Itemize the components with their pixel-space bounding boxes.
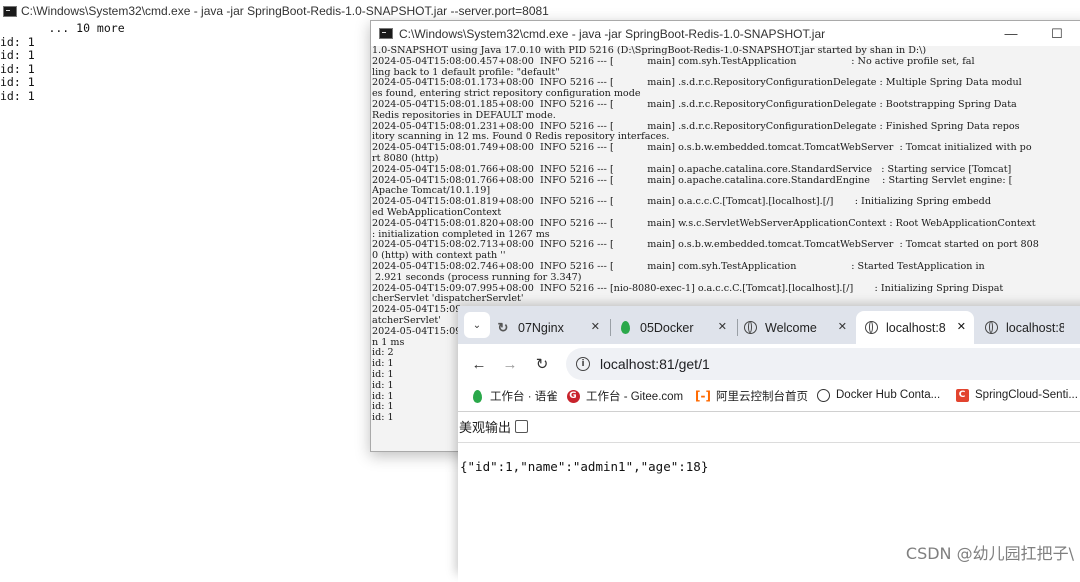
back-console-output: ... 10 more id: 1 id: 1 id: 1 id: 1 id: 1 [0,21,125,103]
pretty-print-toggle[interactable]: 美观输出 [459,417,529,436]
globe-icon [743,321,757,335]
browser-window: ⌄ ↻ 07Nginx ✕ 05Docker ✕ Welcome ✕ local… [458,306,1080,582]
pretty-print-label: 美观输出 [459,421,512,436]
refresh-icon: ↻ [497,319,509,335]
tab-05docker[interactable]: 05Docker ✕ [618,311,733,344]
bookmark-label: Docker Hub Conta... [836,389,941,401]
close-tab-icon[interactable]: ✕ [957,320,966,333]
tab-label: localhost:8 [886,320,946,335]
console-line: 2024-05-04T15:08:01.766+08:00 INFO 5216 … [372,163,1012,175]
tab-separator [737,319,738,336]
console-line: 2.921 seconds (process running for 3.347… [372,271,582,283]
console-line: 2024-05-04T15:08:01.820+08:00 INFO 5216 … [372,217,1036,229]
bookmark-label: SpringCloud-Senti... [975,389,1078,401]
console-line: id: 1 [0,61,35,76]
tab-search-button[interactable]: ⌄ [464,312,490,338]
tab-label: 07Nginx [518,320,564,335]
back-console-title: C:\Windows\System32\cmd.exe - java -jar … [21,4,549,18]
tab-welcome[interactable]: Welcome ✕ [743,311,853,344]
globe-icon [984,321,998,335]
bookmark-gitee[interactable]: G 工作台 - Gitee.com [566,388,683,404]
console-line: id: 1 [0,48,35,62]
navigation-bar: ← → ↻ i localhost:81/get/1 [458,344,1080,384]
tab-localhost-active[interactable]: localhost:8 ✕ [856,311,974,344]
arrow-right-icon: → [502,355,518,373]
console-line: ... 10 more [0,21,125,35]
globe-icon [864,321,878,335]
aliyun-icon: [-] [695,389,711,403]
tab-strip: ⌄ ↻ 07Nginx ✕ 05Docker ✕ Welcome ✕ local… [458,306,1080,344]
docker-icon [816,388,830,402]
bookmark-docker-hub[interactable]: Docker Hub Conta... [816,388,940,402]
console-line: id: 1 [0,88,35,103]
reload-button[interactable]: ↻ [531,353,553,375]
bookmark-aliyun[interactable]: [-] 阿里云控制台首页 [695,388,808,404]
console-line: Redis repositories in DEFAULT mode. [372,109,556,121]
bookmark-springcloud[interactable]: C SpringCloud-Senti... [955,388,1078,402]
bookmark-label: 工作台 · 语雀 [490,391,558,403]
close-tab-icon[interactable]: ✕ [718,320,727,333]
back-console-titlebar[interactable]: C:\Windows\System32\cmd.exe - java -jar … [0,0,1080,22]
forward-button[interactable]: → [499,353,521,375]
bookmark-yuque[interactable]: 工作台 · 语雀 [470,388,558,404]
json-response: {"id":1,"name":"admin1","age":18} [460,459,709,474]
address-bar[interactable]: i localhost:81/get/1 [566,348,1080,380]
console-line: id: 1 [0,75,35,89]
maximize-button[interactable]: ☐ [1034,21,1080,46]
console-line: id: 1 [0,34,35,49]
arrow-left-icon: ← [471,355,487,373]
cmd-icon [379,28,393,39]
chevron-down-icon: ⌄ [472,319,482,331]
console-line: 2024-05-04T15:08:01.749+08:00 INFO 5216 … [372,142,1032,154]
divider [458,442,1080,443]
back-button[interactable]: ← [468,353,490,375]
tab-separator [610,319,611,336]
pretty-print-checkbox[interactable] [515,420,529,433]
front-console-titlebar[interactable]: C:\Windows\System32\cmd.exe - java -jar … [371,21,1080,46]
tab-label: Welcome [765,320,817,335]
bookmarks-bar: 工作台 · 语雀 G 工作台 - Gitee.com [-] 阿里云控制台首页 … [458,384,1080,410]
front-console-title: C:\Windows\System32\cmd.exe - java -jar … [399,26,826,41]
leaf-icon [618,321,632,335]
cmd-icon [3,5,17,17]
bookmark-label: 工作台 - Gitee.com [586,391,684,403]
watermark: CSDN @幼儿园扛把子\ [905,544,1074,563]
minimize-button[interactable]: — [988,21,1034,46]
close-tab-icon[interactable]: ✕ [838,320,847,333]
console-line: 2024-05-04T15:08:00.457+08:00 INFO 5216 … [372,55,975,67]
tab-localhost[interactable]: localhost:8 ✕ [984,311,1080,344]
tab-07nginx[interactable]: ↻ 07Nginx ✕ [496,311,606,344]
info-icon[interactable]: i [576,357,590,371]
close-tab-icon[interactable]: ✕ [591,320,600,333]
console-line: cherServlet 'dispatcherServlet' [372,293,524,305]
tab-label: localhost:8 [1006,320,1064,335]
gitee-icon: G [566,389,580,403]
reload-icon: ↻ [535,356,549,373]
tab-label: 05Docker [640,320,694,335]
url-text[interactable]: localhost:81/get/1 [600,356,710,372]
yuque-leaf-icon [470,389,484,403]
springcloud-icon: C [955,388,969,402]
bookmark-label: 阿里云控制台首页 [716,391,808,403]
